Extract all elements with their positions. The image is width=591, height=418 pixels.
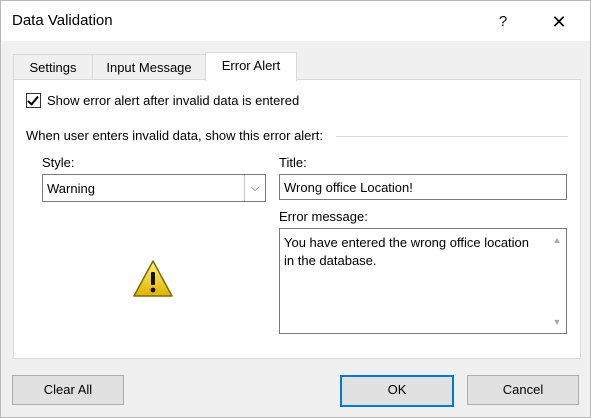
help-button[interactable]: ?	[483, 9, 523, 35]
scroll-down-arrow-icon[interactable]: ▼	[548, 313, 566, 331]
style-selected-value: Warning	[47, 181, 95, 196]
style-dropdown[interactable]: Warning ⌵	[42, 174, 266, 202]
cancel-button[interactable]: Cancel	[467, 375, 579, 405]
error-message-text: You have entered the wrong office locati…	[284, 235, 533, 268]
title-bar: Data Validation ? ✕	[1, 1, 590, 41]
data-validation-dialog: Data Validation ? ✕ Settings Input Messa…	[0, 0, 591, 418]
clear-all-button[interactable]: Clear All	[12, 375, 124, 405]
close-button[interactable]: ✕	[539, 9, 579, 35]
title-label: Title:	[279, 155, 307, 170]
section-header: When user enters invalid data, show this…	[26, 128, 568, 144]
error-alert-panel: Show error alert after invalid data is e…	[13, 79, 581, 359]
section-divider	[336, 136, 568, 137]
show-error-alert-option[interactable]: Show error alert after invalid data is e…	[26, 93, 299, 108]
checkmark-icon	[27, 93, 39, 106]
section-heading: When user enters invalid data, show this…	[26, 128, 323, 143]
title-input-value: Wrong office Location!	[284, 180, 413, 195]
tab-error-alert[interactable]: Error Alert	[205, 52, 297, 81]
error-message-textarea[interactable]: You have entered the wrong office locati…	[279, 228, 567, 334]
style-label: Style:	[42, 155, 75, 170]
error-message-label: Error message:	[279, 209, 368, 224]
tab-input-message[interactable]: Input Message	[92, 54, 206, 81]
show-error-alert-label: Show error alert after invalid data is e…	[47, 93, 300, 108]
vertical-scrollbar[interactable]: ▲ ▼	[548, 229, 566, 333]
title-input[interactable]: Wrong office Location!	[279, 174, 567, 200]
chevron-down-icon[interactable]: ⌵	[244, 175, 265, 201]
tab-settings[interactable]: Settings	[13, 54, 93, 81]
warning-triangle-icon	[133, 260, 173, 297]
show-error-alert-checkbox[interactable]	[26, 93, 41, 108]
window-title: Data Validation	[12, 12, 113, 29]
ok-button[interactable]: OK	[340, 375, 454, 407]
scroll-up-arrow-icon[interactable]: ▲	[548, 231, 566, 249]
